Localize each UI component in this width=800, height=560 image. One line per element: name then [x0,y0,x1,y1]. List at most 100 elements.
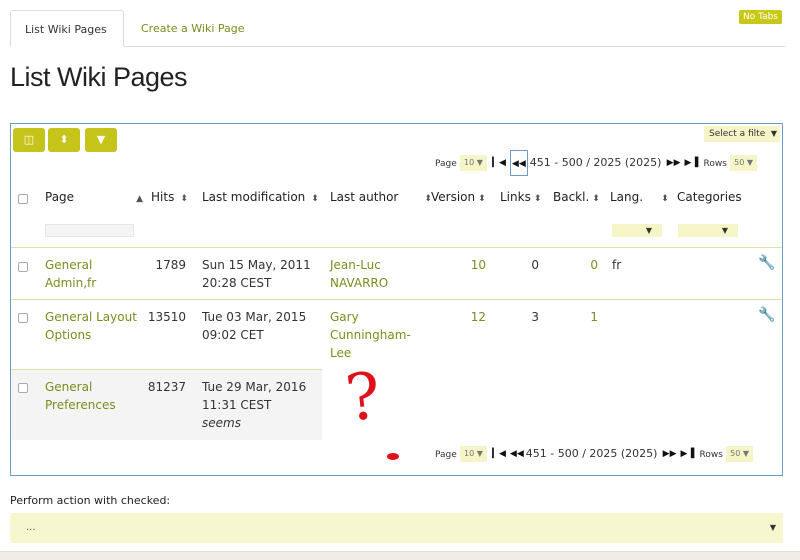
columns-icon: ◫ [23,133,35,146]
row-checkbox[interactable] [18,383,28,393]
col-header-links[interactable]: Links ⬍ [500,190,541,204]
page-link[interactable]: General Preferences [45,378,116,414]
wrench-icon[interactable]: 🔧 [758,307,775,323]
page-select-value: 10 [463,449,475,458]
hits-value: 81237 [147,380,186,394]
first-page-icon[interactable]: ▎◀ [492,445,506,463]
col-header-last-modification-label: Last modification [202,190,306,204]
author-link[interactable]: Gary Cunningham- Lee [330,308,411,362]
prev-page-icon[interactable]: ◀◀ [509,150,528,176]
page-label: Page [435,159,457,169]
select-filter-label: Select a filte [709,129,766,139]
last-modification-value: Sun 15 May, 2011 20:28 CEST [202,258,311,290]
row-divider [11,299,782,300]
categories-filter-select[interactable]: ▼ [678,224,738,237]
bulk-action-value: ... [26,522,36,533]
row-checkbox[interactable] [18,262,28,272]
sort-asc-icon: ▲ [136,194,143,204]
sort-icon: ⬍ [478,194,486,204]
first-page-icon[interactable]: ▎◀ [492,154,506,172]
rows-select[interactable]: 50 ▼ [726,446,754,462]
version-link[interactable]: 12 [451,308,486,326]
last-page-icon[interactable]: ▶▐ [685,154,699,172]
page-filter-input[interactable] [45,224,134,237]
sort-icon: ⬍ [592,194,600,204]
lang-value: fr [612,258,622,272]
last-modification-value: Tue 03 Mar, 2015 09:02 CET [202,310,307,342]
wrench-icon[interactable]: 🔧 [758,255,775,271]
backlinks-link[interactable]: 0 [571,256,598,274]
last-page-icon[interactable]: ▶▐ [681,445,695,463]
col-header-hits[interactable]: Hits ⬍ [151,190,188,204]
rows-select[interactable]: 50 ▼ [730,155,758,171]
lang-filter-select[interactable]: ▼ [612,224,662,237]
perform-action-label: Perform action with checked: [10,494,171,507]
col-header-last-author-label: Last author [330,190,399,204]
col-header-backlinks-label: Backl. [553,190,590,204]
rows-select-value: 50 [734,158,745,167]
sort-icon: ⬍ [311,194,319,204]
rows-label: Rows [699,450,723,460]
backlinks-link[interactable]: 1 [571,308,598,326]
tab-bar: List Wiki Pages Create a Wiki Page [10,10,785,47]
page-link[interactable]: General Admin,fr [45,256,96,292]
col-header-lang-label: Lang. [610,190,644,204]
red-dot-annotation [387,453,399,460]
no-tabs-button[interactable]: No Tabs [738,10,782,24]
chevron-down-icon: ▼ [769,523,776,532]
select-all-checkbox[interactable] [18,194,28,204]
pager-bottom: Page 10 ▼ ▎◀ ◀◀ 451 - 500 / 2025 (2025) ▶▶… [435,445,754,463]
author-link[interactable]: Jean-Luc NAVARRO [330,256,388,292]
last-modification-value: Tue 29 Mar, 2016 11:31 CEST seems [202,380,307,430]
col-header-categories-label: Categories [677,190,742,204]
links-value: 0 [531,258,539,272]
bulk-action-select[interactable]: ... ▼ [10,513,783,543]
footer-strip [0,551,800,560]
page-link[interactable]: General Layout Options [45,308,137,344]
rows-select-value: 50 [730,449,741,458]
prev-page-icon[interactable]: ◀◀ [510,445,524,463]
sort-icon: ⬍ [59,133,69,146]
col-header-last-author[interactable]: Last author ⬍ [330,190,432,204]
hits-value: 13510 [147,310,186,324]
sort-icon: ⬍ [661,194,669,204]
columns-button[interactable]: ◫ [13,128,45,152]
page-range: 451 - 500 / 2025 (2025) [529,156,662,169]
page-label: Page [435,450,457,460]
page-select[interactable]: 10 ▼ [459,155,487,171]
col-header-page[interactable]: Page ▲ [45,190,143,204]
pager-top: Page 10 ▼ ▎◀ ◀◀ 451 - 500 / 2025 (2025) ▶▶… [435,150,758,176]
filter-icon: ▼ [96,133,106,146]
sort-icon: ⬍ [533,194,542,204]
rows-label: Rows [703,159,727,169]
select-filter-dropdown[interactable]: Select a filte ▼ [704,126,780,142]
col-header-backlinks[interactable]: Backl. ⬍ [553,190,600,204]
chevron-down-icon: ▼ [770,129,777,138]
row-checkbox[interactable] [18,313,28,323]
col-header-hits-label: Hits [151,190,175,204]
col-header-categories[interactable]: Categories [677,190,742,204]
page-select[interactable]: 10 ▼ [459,446,487,462]
filter-button[interactable]: ▼ [85,128,117,152]
sort-button[interactable]: ⬍ [48,128,80,152]
col-header-version-label: Version [431,190,476,204]
row-divider [11,247,782,248]
next-page-icon[interactable]: ▶▶ [663,445,677,463]
wiki-pages-table-panel: ◫ ⬍ ▼ Select a filte ▼ Page 10 ▼ ▎◀ ◀◀ 451… [10,123,783,476]
tab-create-wiki-page[interactable]: Create a Wiki Page [127,10,259,47]
links-value: 3 [531,310,539,324]
version-link[interactable]: 10 [451,256,486,274]
col-header-page-label: Page [45,190,75,204]
next-page-icon[interactable]: ▶▶ [667,154,681,172]
page-select-value: 10 [463,158,475,167]
page-title: List Wiki Pages [10,62,188,92]
col-header-version[interactable]: Version ⬍ [431,190,486,204]
sort-icon: ⬍ [180,194,188,204]
tab-list-wiki-pages[interactable]: List Wiki Pages [10,10,124,47]
col-header-lang[interactable]: Lang. ⬍ [610,190,669,204]
hits-value: 1789 [155,258,186,272]
col-header-last-modification[interactable]: Last modification ⬍ [202,190,319,204]
page-range: 451 - 500 / 2025 (2025) [525,447,658,460]
col-header-links-label: Links [500,190,531,204]
red-question-mark-annotation: ? [342,359,385,437]
